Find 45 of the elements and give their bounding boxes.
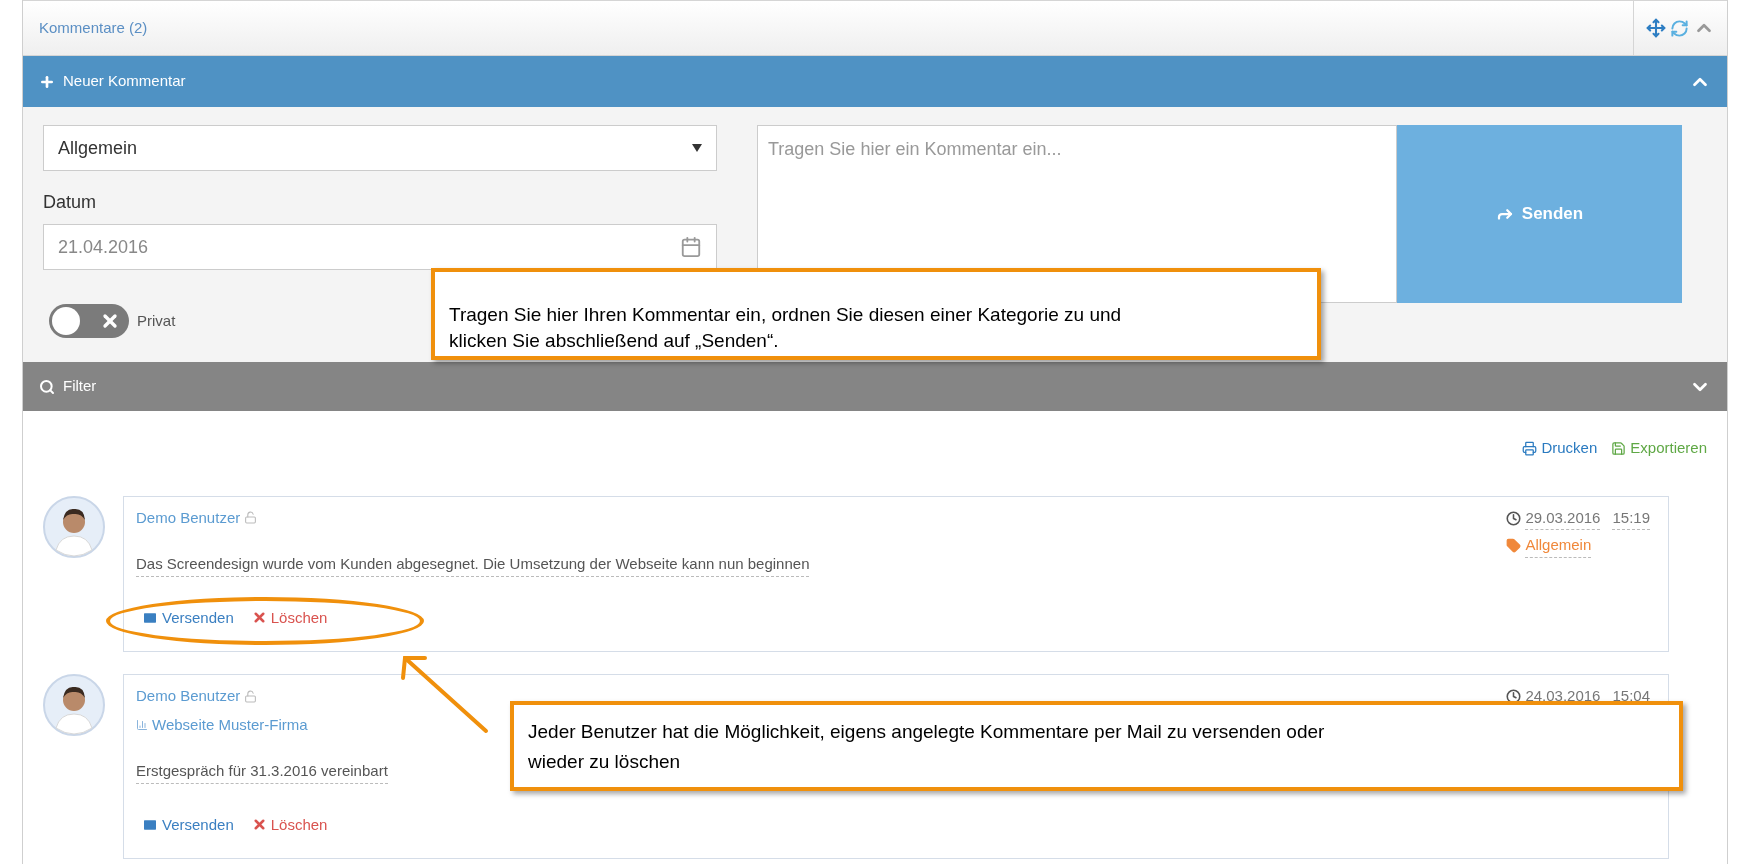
send-mail-link[interactable]: Versenden bbox=[142, 606, 234, 629]
section-title: Filter bbox=[63, 376, 97, 397]
section-title: Neuer Kommentar bbox=[63, 71, 186, 92]
avatar bbox=[43, 495, 105, 558]
refresh-icon[interactable] bbox=[1670, 18, 1689, 38]
callout-tooltip: Jeder Benutzer hat die Möglichkeit, eigens angelegte Kommentare per Mail zu versenden oder wieder zu löschen bbox=[510, 701, 1683, 791]
print-link[interactable]: Drucken bbox=[1522, 437, 1598, 460]
dropdown-icon bbox=[692, 144, 702, 152]
clock-icon bbox=[1506, 510, 1522, 526]
send-button[interactable]: Senden bbox=[1397, 125, 1682, 303]
export-link[interactable]: Exportieren bbox=[1611, 437, 1707, 460]
privacy-toggle[interactable] bbox=[49, 304, 129, 338]
delete-icon bbox=[251, 610, 267, 626]
project-link[interactable]: Webseite Muster-Firma bbox=[152, 713, 308, 736]
author-link[interactable]: Demo Benutzer bbox=[136, 506, 241, 529]
author-link[interactable]: Demo Benutzer bbox=[136, 685, 241, 708]
date-label: Datum bbox=[43, 191, 97, 214]
section-header[interactable]: Filter bbox=[23, 362, 1727, 411]
avatar bbox=[43, 674, 105, 736]
comment-time: 15:19 bbox=[1612, 506, 1650, 530]
privacy-label: Privat bbox=[137, 310, 176, 331]
plus-icon bbox=[39, 73, 55, 90]
comment-text: Das Screendesign wurde vom Kunden abgesegnet. Die Umsetzung der Webseite kann nun beginnen bbox=[136, 553, 810, 577]
search-icon bbox=[39, 378, 55, 395]
delete-link[interactable]: Löschen bbox=[251, 813, 328, 836]
unlocked-icon bbox=[244, 511, 258, 525]
printer-icon bbox=[1522, 440, 1538, 456]
save-icon bbox=[1611, 440, 1627, 456]
category-link[interactable]: Allgemein bbox=[1525, 534, 1592, 558]
category-select[interactable]: Allgemein bbox=[43, 125, 717, 171]
send-mail-link[interactable]: Versenden bbox=[142, 813, 234, 836]
calendar-icon[interactable] bbox=[680, 236, 702, 258]
unlocked-icon bbox=[244, 689, 258, 703]
comment-date: 29.03.2016 bbox=[1525, 506, 1601, 530]
delete-link[interactable]: Löschen bbox=[251, 606, 328, 629]
panel-title: Kommentare (2) bbox=[39, 17, 148, 38]
comment-text: Erstgespräch für 31.3.2016 vereinbart bbox=[136, 760, 388, 784]
date-field[interactable]: 21.04.2016 bbox=[43, 224, 717, 270]
section-header[interactable]: Neuer Kommentar bbox=[23, 56, 1727, 107]
tag-icon bbox=[1506, 538, 1522, 554]
move-icon[interactable] bbox=[1646, 18, 1666, 38]
callout-tooltip: Tragen Sie hier Ihren Kommentar ein, ordnen Sie diesen einer Kategorie zu und klicken Sie abschließend auf „Senden“. bbox=[431, 268, 1321, 360]
close-icon bbox=[100, 311, 120, 331]
delete-icon bbox=[251, 817, 267, 833]
chart-icon bbox=[136, 718, 148, 731]
